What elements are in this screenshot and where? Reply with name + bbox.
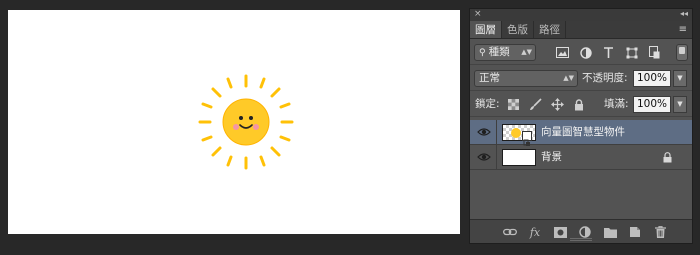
lock-all-icon[interactable] (572, 96, 586, 113)
opacity-label: 不透明度: (582, 72, 628, 84)
layer-filter-row: ⚲ 種類 ▲▼ (470, 39, 692, 65)
lock-icon (663, 152, 672, 163)
layer-name[interactable]: 向量圖智慧型物件 (541, 120, 625, 145)
opacity-field[interactable]: 100% (633, 70, 671, 87)
eye-icon[interactable] (477, 151, 491, 163)
layers-panel: × ◂◂ 圖層 色版 路徑 ≡ ⚲ 種類 ▲▼ 正常 ▲▼ 不透明度: 100%… (469, 8, 693, 244)
select-arrows-icon: ▲▼ (521, 48, 532, 56)
tab-channels[interactable]: 色版 (502, 21, 534, 38)
link-layers-icon[interactable] (502, 224, 518, 240)
collapse-icon[interactable]: ◂◂ (680, 8, 688, 20)
layers-list: 向量圖智慧型物件 背景 (470, 120, 692, 170)
blend-row: 正常 ▲▼ 不透明度: 100% ▼ (470, 65, 692, 91)
lock-image-pixels-brush-icon[interactable] (528, 96, 542, 113)
sun-illustration (198, 74, 294, 170)
fill-label: 填滿: (604, 98, 629, 110)
fill-field[interactable]: 100% (633, 96, 671, 113)
layer-thumbnail (502, 149, 536, 166)
tab-layers[interactable]: 圖層 (470, 21, 502, 38)
tab-paths[interactable]: 路徑 (534, 21, 566, 38)
resize-grip[interactable] (570, 238, 592, 241)
layer-name[interactable]: 背景 (541, 145, 562, 170)
smart-object-filter-icon[interactable] (646, 44, 663, 61)
fill-dropdown-icon[interactable]: ▼ (673, 96, 687, 113)
blend-mode-select[interactable]: 正常 ▲▼ (474, 70, 578, 87)
layer-row-background[interactable]: 背景 (470, 145, 692, 170)
lock-transparent-pixels-icon[interactable] (506, 96, 520, 113)
panel-tabs: 圖層 色版 路徑 ≡ (470, 21, 692, 39)
lock-label: 鎖定: (475, 98, 500, 110)
lock-position-move-icon[interactable] (550, 96, 564, 113)
filter-toggle[interactable] (676, 44, 688, 61)
panel-title-bar: × ◂◂ (470, 9, 692, 21)
lock-row: 鎖定: 填滿: 100% ▼ (470, 91, 692, 117)
close-icon[interactable]: × (474, 8, 482, 20)
image-filter-icon[interactable] (554, 44, 571, 61)
shape-filter-icon[interactable] (623, 44, 640, 61)
document-canvas[interactable] (8, 10, 460, 234)
layer-divider (496, 120, 497, 145)
select-arrows-icon: ▲▼ (563, 74, 574, 82)
layer-row-smart-object[interactable]: 向量圖智慧型物件 (470, 120, 692, 146)
panel-menu-icon[interactable]: ≡ (679, 22, 687, 38)
eye-icon[interactable] (477, 126, 491, 138)
filter-kind-select[interactable]: ⚲ 種類 ▲▼ (474, 44, 536, 61)
opacity-dropdown-icon[interactable]: ▼ (673, 70, 687, 87)
mask-icon[interactable] (552, 224, 568, 240)
filter-kind-label: 種類 (488, 46, 510, 58)
group-folder-icon[interactable] (602, 224, 618, 240)
trash-icon[interactable] (652, 224, 668, 240)
blend-mode-value: 正常 (479, 72, 500, 84)
type-filter-icon[interactable] (600, 44, 617, 61)
adjustment-filter-icon[interactable] (577, 44, 594, 61)
new-layer-icon[interactable] (627, 224, 643, 240)
search-icon: ⚲ (479, 48, 486, 58)
layers-bottom-toolbar: fx (470, 219, 692, 243)
fx-icon[interactable]: fx (527, 224, 543, 240)
layer-divider (496, 145, 497, 170)
smart-object-badge-icon (522, 131, 532, 146)
